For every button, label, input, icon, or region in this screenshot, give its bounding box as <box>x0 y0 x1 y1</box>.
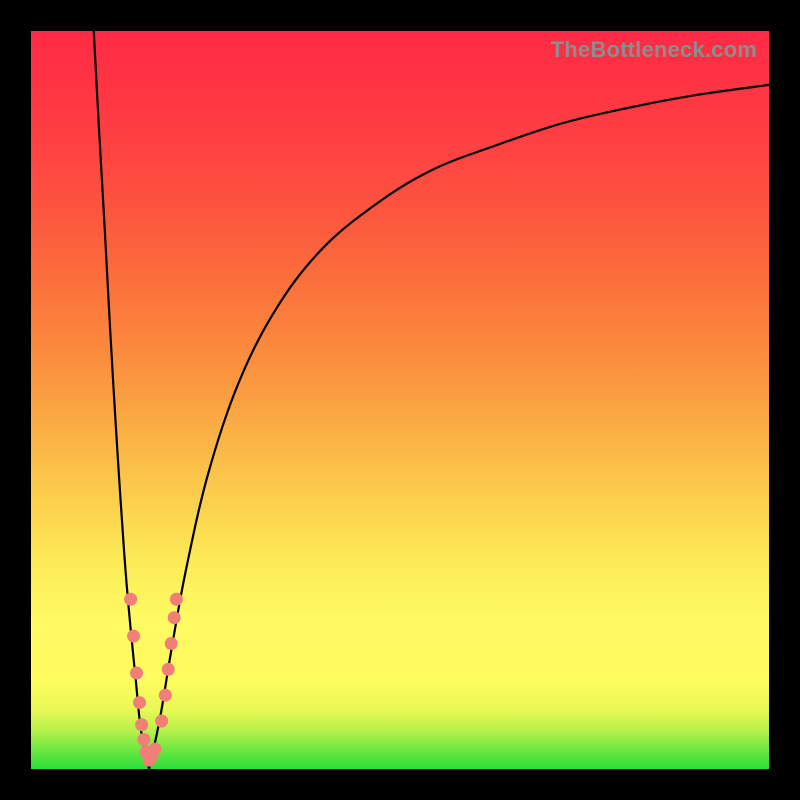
valley-marker <box>137 733 150 746</box>
chart-frame: TheBottleneck.com <box>0 0 800 800</box>
valley-marker <box>148 743 161 756</box>
valley-marker <box>155 715 168 728</box>
valley-marker <box>124 593 137 606</box>
valley-marker <box>159 689 172 702</box>
chart-svg <box>31 31 769 769</box>
valley-markers <box>124 593 183 767</box>
plot-area: TheBottleneck.com <box>31 31 769 769</box>
valley-marker <box>170 593 183 606</box>
valley-marker <box>127 630 140 643</box>
valley-marker <box>162 663 175 676</box>
curve-right-branch <box>149 85 769 769</box>
valley-marker <box>130 667 143 680</box>
valley-marker <box>168 611 181 624</box>
curve-left-branch <box>94 31 149 769</box>
valley-marker <box>133 696 146 709</box>
valley-marker <box>135 718 148 731</box>
valley-marker <box>165 637 178 650</box>
